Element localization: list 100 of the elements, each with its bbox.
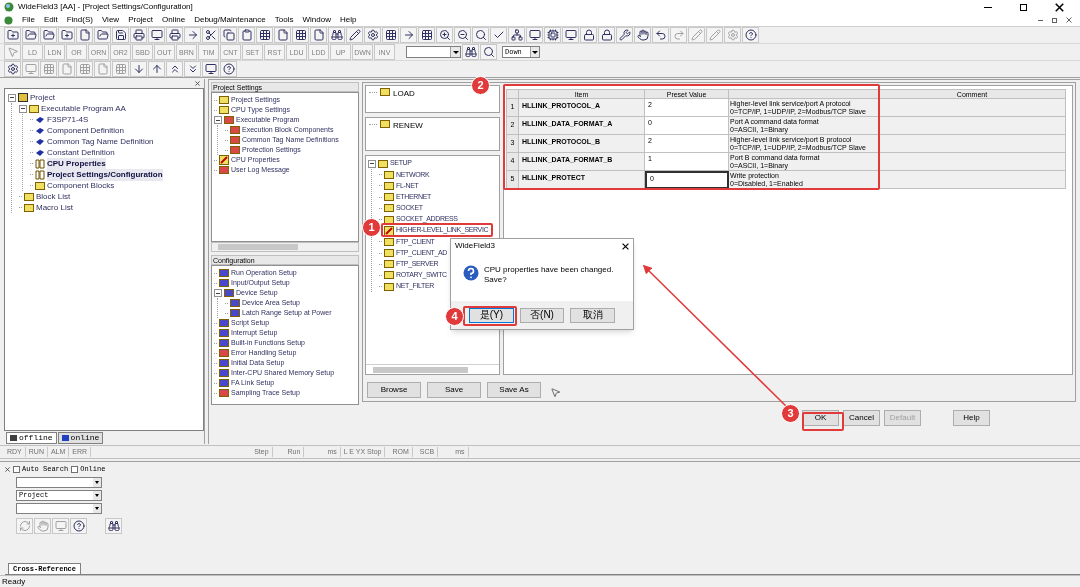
panel-tab[interactable]: offline — [6, 432, 57, 444]
printer-icon[interactable] — [166, 27, 183, 43]
menu-item[interactable]: Online — [162, 14, 186, 26]
new-folder-icon[interactable] — [4, 27, 21, 43]
tree-item[interactable]: LOAD — [393, 88, 415, 100]
display-icon[interactable] — [562, 27, 579, 43]
monitor-icon[interactable] — [148, 27, 165, 43]
tree-item[interactable]: Component Blocks — [47, 179, 115, 192]
dialog-button[interactable]: 否(N) — [519, 307, 565, 323]
close-icon[interactable] — [622, 242, 629, 250]
file-button[interactable]: Save As — [487, 381, 541, 398]
padlock-icon[interactable] — [598, 27, 615, 43]
menu-item[interactable]: View — [101, 14, 120, 26]
tree-item[interactable]: RENEW — [393, 120, 423, 132]
binoculars-icon[interactable] — [328, 27, 345, 43]
zoom-in-icon[interactable] — [436, 27, 453, 43]
lock-icon[interactable] — [580, 27, 597, 43]
file-button[interactable]: Save — [427, 381, 481, 398]
search-icon[interactable] — [480, 44, 497, 60]
pencil-icon[interactable] — [346, 27, 363, 43]
folder-icon[interactable] — [22, 27, 39, 43]
help-icon[interactable] — [220, 61, 237, 77]
tree-item[interactable]: Common Tag Name Definition — [47, 135, 154, 148]
close-icon[interactable] — [195, 81, 200, 86]
collapse-toggle[interactable] — [214, 116, 222, 124]
collapse-toggle[interactable] — [8, 93, 16, 102]
zoom-out-icon[interactable] — [454, 27, 471, 43]
paste-icon[interactable] — [238, 27, 255, 43]
menu-item[interactable]: Window — [302, 14, 331, 26]
tree-item[interactable]: CPU Properties — [47, 157, 106, 170]
gear-icon[interactable] — [364, 27, 381, 43]
document-icon[interactable] — [274, 27, 291, 43]
close-icon[interactable] — [1055, 2, 1064, 12]
checkbox[interactable] — [13, 465, 20, 473]
tools-icon[interactable] — [616, 27, 633, 43]
dropdown[interactable] — [16, 502, 102, 514]
network-icon[interactable] — [508, 27, 525, 43]
panel-tab[interactable]: online — [57, 432, 104, 444]
collapse-toggle[interactable] — [19, 104, 27, 113]
tree-item[interactable]: Component Definition — [47, 124, 124, 137]
tree-item[interactable]: Constant Definition — [47, 146, 115, 159]
restore-icon[interactable] — [1020, 3, 1027, 11]
minimize-icon[interactable] — [1038, 19, 1043, 21]
checkbox[interactable] — [71, 465, 79, 473]
sheet-icon[interactable] — [310, 27, 327, 43]
menu-item[interactable]: Debug/Maintenance — [194, 14, 266, 26]
chip-icon[interactable] — [544, 27, 561, 43]
menu-item[interactable]: Project — [128, 14, 154, 26]
minimize-icon[interactable] — [984, 6, 992, 8]
double-down-icon[interactable] — [184, 61, 201, 77]
tree-item[interactable]: Macro List — [36, 201, 73, 214]
close-icon[interactable] — [5, 466, 10, 472]
tree-item[interactable]: Project — [30, 91, 55, 104]
check-icon[interactable] — [490, 27, 507, 43]
dialog-button[interactable]: 取消 — [570, 307, 615, 323]
file-button[interactable]: Browse — [367, 381, 421, 398]
table-icon[interactable] — [292, 27, 309, 43]
arrow-down-icon[interactable] — [130, 61, 147, 77]
window-title: WideField3 [AA] - [Project Settings/Configuration] — [18, 1, 193, 13]
help-icon[interactable] — [70, 517, 87, 534]
dialog-button[interactable]: Help — [953, 410, 990, 426]
collapse-toggle[interactable] — [368, 159, 376, 168]
dropdown[interactable] — [16, 476, 102, 488]
tree-item[interactable]: Executable Program AA — [41, 102, 126, 115]
binoculars-icon[interactable] — [462, 44, 479, 60]
cut-icon[interactable] — [202, 27, 219, 43]
horizontal-scrollbar[interactable] — [366, 364, 499, 374]
tree-item[interactable]: Project Settings/Configuration — [47, 168, 163, 181]
highlight-frame — [802, 412, 844, 431]
grid-icon[interactable] — [256, 27, 273, 43]
tree-item[interactable]: Block List — [36, 190, 71, 203]
copy-icon[interactable] — [220, 27, 237, 43]
search-icon[interactable] — [472, 27, 489, 43]
search-combo[interactable] — [406, 46, 461, 58]
hand-icon[interactable] — [634, 27, 651, 43]
tree-item[interactable]: F3SP71-4S — [47, 113, 89, 126]
collapse-toggle[interactable] — [214, 289, 222, 297]
open-folder-icon[interactable] — [40, 27, 57, 43]
arrow-up-icon[interactable] — [148, 61, 165, 77]
menu-item[interactable]: Find(S) — [66, 14, 93, 26]
globe-icon — [4, 15, 13, 25]
horizontal-scrollbar[interactable] — [211, 242, 359, 252]
menu-item[interactable]: File — [22, 14, 35, 26]
gear-icon[interactable] — [4, 61, 21, 77]
screen-icon[interactable] — [526, 27, 543, 43]
double-up-icon[interactable] — [166, 61, 183, 77]
binoculars-icon[interactable] — [105, 517, 122, 534]
close-icon[interactable] — [1066, 17, 1072, 23]
restore-icon[interactable] — [1052, 17, 1057, 23]
undo-icon[interactable] — [652, 27, 669, 43]
book-icon — [35, 158, 45, 169]
menu-item[interactable]: Edit — [43, 14, 58, 26]
page-icon[interactable] — [76, 27, 93, 43]
help-icon[interactable] — [742, 27, 759, 43]
menu-item[interactable]: Help — [339, 14, 357, 26]
dialog-button[interactable]: Cancel — [843, 410, 880, 426]
save-icon[interactable] — [112, 27, 129, 43]
folder-plus-icon[interactable] — [58, 27, 75, 43]
menu-item[interactable]: Tools — [274, 14, 294, 26]
print-icon[interactable] — [130, 27, 147, 43]
